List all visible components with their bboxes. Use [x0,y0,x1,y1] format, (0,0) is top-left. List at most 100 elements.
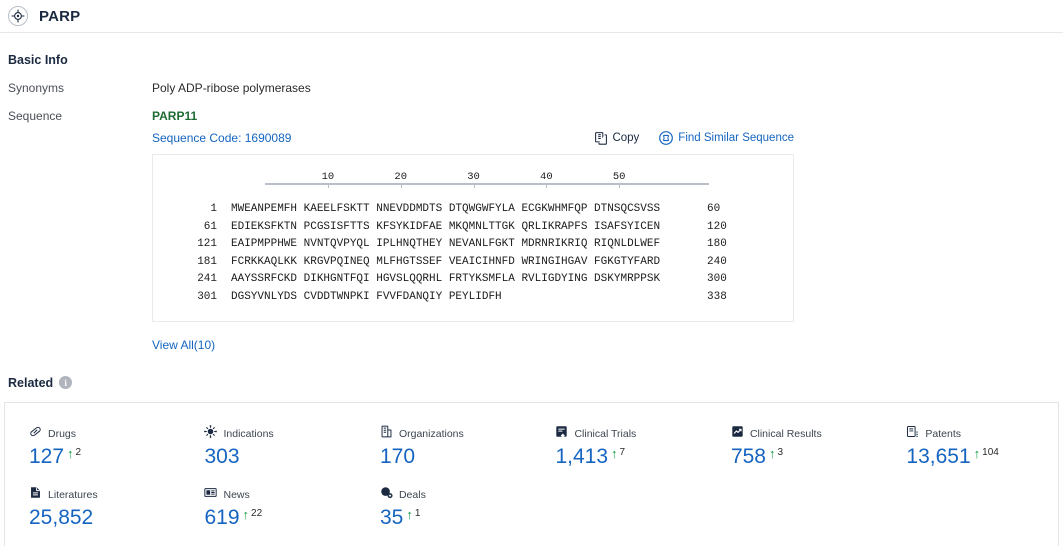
sequence-row-end: 300 [707,273,727,286]
stat-head: Clinical Trials [555,425,706,443]
stat-card-indications[interactable]: Indications 303↑ [180,417,355,478]
sequence-row-end: 120 [707,220,727,233]
synonyms-value: Poly ADP-ribose polymerases [152,81,311,95]
sequence-row-start: 241 [197,273,217,286]
sequence-row-start: 1 [210,203,217,215]
sequence-row: 241 AAYSSRFCKD DIKHGNTFQI HGVSLQQRHL FRTY… [153,271,793,289]
stat-card-literatures[interactable]: Literatures 25,852↑ [5,478,180,539]
delta-value: 3 [777,446,784,458]
clipboard-icon [555,425,568,443]
target-icon [8,6,28,26]
document-icon [29,486,42,504]
stat-body: 170↑ [380,445,531,468]
delta-up-arrow-icon: ↑ [973,445,981,461]
delta-value: 7 [619,446,626,458]
stat-body: 758 ↑ 3 [730,444,882,468]
delta-up-arrow-icon: ↑ [406,506,413,522]
stat-label: Clinical Results [749,427,822,440]
view-all-link[interactable]: View All(10) [152,338,215,352]
virus-icon [204,424,218,443]
info-icon[interactable]: i [59,376,73,390]
sequence-code-line: Sequence Code: 1690089 Copy Find Similar… [152,131,794,145]
stat-delta: ↑ 3 [769,446,783,460]
stat-card-drugs[interactable]: Drugs 127 ↑ 2 [5,417,180,478]
stat-label: Literatures [48,488,98,501]
stat-body: 303↑ [204,444,355,468]
ruler-tick [473,183,475,188]
sequence-row-residues[interactable]: AAYSSRFCKD DIKHGNTFQI HGVSLQQRHL FRTYKSM… [217,271,707,289]
sequence-row: 181 FCRKKAQLKK KRGVPQINEQ MLFHGTSSEF VEAI… [153,254,793,272]
stat-body: 13,651 ↑ 104 [906,444,1057,468]
synonyms-row: Synonyms Poly ADP-ribose polymerases [0,67,1063,95]
sequence-row-residues[interactable]: EDIEKSFKTN PCGSISFTTS KFSYKIDFAE MKQMNLT… [217,219,707,237]
related-header: Related i [0,354,1063,390]
stat-card-patents[interactable]: Patents 13,651 ↑ 104 [882,417,1057,478]
sequence-row-residues[interactable]: FCRKKAQLKK KRGVPQINEQ MLFHGTSSEF VEAICIH… [217,254,707,272]
sequence-ruler: 10 20 30 40 50 [265,169,709,195]
stat-label: Drugs [48,427,77,440]
stat-head: Patents [906,425,1057,443]
sequence-row-start: 121 [197,238,217,251]
page-title: PARP [39,7,81,25]
sequence-row-end: 180 [707,238,727,251]
sequence-viewer: 10 20 30 40 50 1 MWEANPEMFH KAEELFSKTT NNEVDD… [152,154,794,322]
stat-value: 619 [204,505,240,529]
stat-card-deals[interactable]: Deals 35 ↑ 1 [356,478,531,539]
stat-body: 127 ↑ 2 [29,444,180,468]
delta-up-arrow-icon: ↑ [611,445,618,461]
stat-value: 303 [204,444,240,468]
stat-label: Clinical Trials [574,427,637,440]
delta-value: 1 [414,507,421,519]
stat-delta: ↑ 104 [974,446,999,460]
delta-value: 22 [251,507,263,519]
stat-head: Indications [204,424,355,443]
ruler-tick [546,183,548,188]
stat-body: 25,852↑ [29,506,180,529]
stat-head: News [204,486,355,504]
sequence-row: 121 EAIPMPPHWE NVNTQVPYQL IPLHNQTHEY NEVA… [153,236,793,254]
stat-card-clinical-results[interactable]: Clinical Results 758 ↑ 3 [707,417,882,478]
sequence-row-residues[interactable]: DGSYVNLYDS CVDDTWNPKI FVVFDANQIY PEYLIDF… [217,289,707,307]
stat-value: 13,651 [906,444,971,468]
ruler-baseline [265,183,709,185]
stat-head: Deals [380,486,531,504]
copy-label: Copy [612,132,640,144]
stat-label: Deals [398,488,426,501]
stat-label: News [223,488,250,501]
find-similar-sequence-button[interactable]: Find Similar Sequence [659,131,794,145]
basic-info-title: Basic Info [8,53,68,67]
ruler-tick [327,183,329,188]
stat-delta: ↑ 22 [243,507,263,521]
delta-up-arrow-icon: ↑ [242,506,250,522]
stat-head: Literatures [29,486,180,504]
stat-card-news[interactable]: News 619 ↑ 22 [180,478,355,539]
stat-head: Drugs [29,425,180,443]
delta-up-arrow-icon: ↑ [768,445,776,461]
clinical-results-icon [731,425,744,443]
sequence-row-end: 60 [707,203,721,215]
sequence-row-end: 240 [707,255,727,268]
find-similar-sequence-icon [659,131,674,145]
pill-icon [29,425,42,443]
sequence-row-start: 301 [197,290,217,303]
app-header: PARP [0,0,1063,33]
stat-card-organizations[interactable]: Organizations 170↑ [356,417,531,478]
delta-value: 2 [75,446,82,458]
sequence-row-end: 338 [707,290,727,303]
patent-icon [906,425,919,443]
stat-body: 1,413 ↑ 7 [555,445,706,468]
stat-card-clinical-trials[interactable]: Clinical Trials 1,413 ↑ 7 [531,417,706,478]
stat-label: Patents [925,427,962,440]
sequence-row-residues[interactable]: MWEANPEMFH KAEELFSKTT NNEVDDMDTS DTQWGWF… [217,201,707,219]
copy-button[interactable]: Copy [595,131,640,145]
stat-value: 758 [730,444,766,468]
stat-label: Indications [223,427,274,440]
sequence-label: Sequence [8,109,63,123]
sequence-code[interactable]: Sequence Code: 1690089 [152,131,291,145]
sequence-row: 301 DGSYVNLYDS CVDDTWNPKI FVVFDANQIY PEYL… [153,289,793,307]
sequence-row-residues[interactable]: EAIPMPPHWE NVNTQVPYQL IPLHNQTHEY NEVANLF… [217,236,707,254]
stat-value: 127 [29,444,65,468]
sequence-actions: Copy Find Similar Sequence [595,131,794,145]
related-title: Related [8,375,54,390]
stat-body: 35 ↑ 1 [380,506,531,529]
